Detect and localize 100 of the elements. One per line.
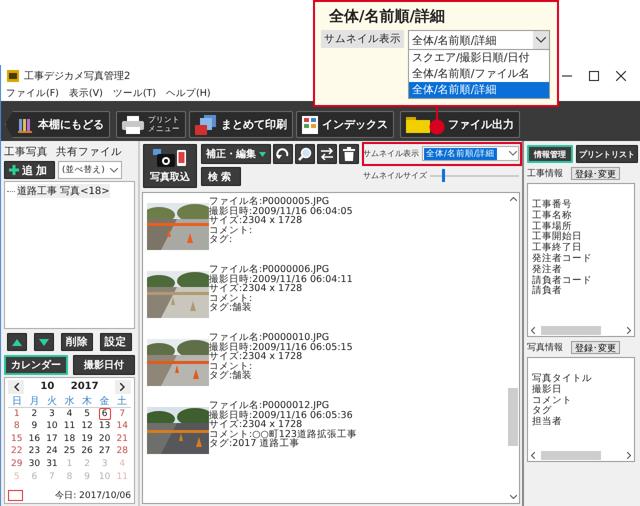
photo-detail: ファイル名:P0000006.JPG [209, 265, 330, 275]
menu-item[interactable]: ファイル(F) [6, 87, 59, 100]
thumbnail-display-dropdown[interactable]: 全体/名前順/詳細 [422, 146, 519, 161]
register-button[interactable]: 登録･変更 [571, 340, 620, 354]
sort-dropdown[interactable]: (並べ替え) [58, 161, 122, 179]
photo-detail: コメント: [209, 362, 254, 372]
weekday-label: 月 [29, 395, 40, 408]
calendar-day[interactable]: 19 [78, 432, 96, 446]
list-item[interactable]: タグ [532, 406, 634, 418]
calendar-day[interactable]: 24 [43, 445, 61, 458]
list-item[interactable]: 工事名称 [532, 210, 634, 222]
calendar-day[interactable]: 26 [78, 445, 96, 458]
calendar-day[interactable]: 9 [28, 420, 40, 433]
calendar-day[interactable]: 25 [60, 445, 78, 458]
photo-detail: タグ:舗装 [209, 303, 254, 313]
calendar-day[interactable]: 10 [43, 420, 61, 433]
action-button[interactable]: 削除 [60, 333, 93, 351]
calendar-day[interactable]: 28 [113, 445, 131, 458]
list-item[interactable]: 撮影日 [532, 384, 634, 396]
thumbnail-display-label: サムネイル表示 [363, 148, 419, 159]
panel-tab[interactable]: 工事写真 [4, 144, 48, 158]
photo-detail: 撮影日時:2009/11/16 06:04:11 [209, 274, 353, 284]
list-item[interactable]: 担当者 [532, 417, 634, 428]
calendar-day[interactable]: 23 [26, 445, 44, 458]
photo-detail: サイズ:2304 x 1728 [209, 352, 304, 362]
calendar-day[interactable]: 17 [43, 432, 61, 446]
list-item[interactable]: 発注者 [532, 264, 634, 276]
calendar-day[interactable]: 7 [116, 408, 128, 420]
calendar-day[interactable]: 12 [78, 420, 96, 433]
list-item[interactable]: 写真タイトル [532, 374, 634, 385]
weekday-label: 木 [82, 394, 92, 408]
panel-tab[interactable]: 情報管理 [527, 145, 573, 163]
tree-item[interactable]: 道路工事 写真<18> [17, 184, 110, 198]
calendar-day[interactable]: 29 [8, 458, 26, 471]
photo-detail: ファイル名:P0000005.JPG [209, 197, 330, 207]
calendar-year: 2017 [70, 381, 99, 392]
photo-detail: 撮影日時:2009/11/16 06:05:36 [209, 410, 354, 420]
calendar-day[interactable]: 30 [26, 458, 44, 471]
menu-item[interactable]: 表示(V) [68, 87, 103, 100]
photo-detail: サイズ:2304 x 1728 [209, 420, 302, 430]
calendar-day[interactable]: 31 [43, 458, 61, 471]
action-button[interactable]: 設定 [100, 333, 132, 351]
calendar-day[interactable]: 22 [8, 445, 26, 458]
list-item[interactable]: 工事番号 [532, 200, 634, 211]
list-item[interactable]: 発注者コード [532, 254, 634, 265]
window-title: 工事デジカメ写真管理2 [24, 70, 130, 82]
today-label: 今日: 2017/10/06 [55, 490, 131, 502]
calendar-day[interactable]: 5 [81, 408, 93, 420]
toolbar-button[interactable]: インデックス [296, 111, 394, 138]
toolbar-button[interactable]: 本棚にもどる [5, 111, 110, 138]
list-item[interactable]: 工事終了日 [532, 243, 634, 254]
search-button[interactable]: 検索 [201, 167, 241, 186]
view-tab[interactable]: カレンダー [4, 355, 68, 375]
calendar-day[interactable]: 20 [96, 432, 114, 446]
calendar-day[interactable]: 18 [60, 432, 78, 446]
weekday-label: 金 [100, 395, 110, 408]
photo-detail: サイズ:2304 x 1728 [209, 284, 304, 294]
photo-detail: ファイル名:P0000012.JPG [209, 401, 330, 411]
calendar-day[interactable]: 14 [113, 420, 131, 433]
toolbar-button[interactable]: ファイル出力 [400, 111, 520, 138]
dropdown-option[interactable]: スクエア/撮影日順/日付 [409, 50, 549, 66]
calendar-day[interactable]: 1 [10, 408, 23, 420]
thumbnail-display-label: サムネイル表示 [321, 30, 404, 48]
photo-detail: サイズ:2304 x 1728 [209, 216, 304, 226]
menu-item[interactable]: ツール(T) [112, 87, 156, 100]
calendar-day[interactable]: 6 [98, 408, 110, 420]
calendar-day[interactable]: 21 [113, 432, 131, 446]
register-button[interactable]: 登録･変更 [571, 166, 620, 180]
list-item[interactable]: コメント [532, 396, 634, 406]
list-item[interactable]: 請負者コード [532, 276, 634, 286]
thumbnail-display-dropdown[interactable]: 全体/名前順/詳細 [408, 30, 550, 50]
calendar-day[interactable]: 27 [96, 445, 114, 458]
calendar-day[interactable]: 8 [10, 420, 23, 433]
menu-item[interactable]: ヘルプ(H) [166, 87, 211, 100]
calendar-day[interactable]: 16 [26, 432, 44, 446]
toolbar-button[interactable]: まとめて印刷 [189, 111, 293, 138]
weekday-label: 火 [46, 394, 57, 408]
calendar-day[interactable]: 13 [96, 420, 114, 433]
list-item[interactable]: 請負者 [532, 286, 634, 298]
calendar-day[interactable]: 3 [46, 408, 58, 420]
dropdown-option[interactable]: 全体/名前順/ファイル名 [409, 66, 549, 82]
photo-detail: ファイル名:P0000010.JPG [209, 333, 330, 343]
calendar-day[interactable]: 15 [8, 432, 26, 446]
view-tab[interactable]: 撮影日付 [73, 355, 135, 375]
photo-detail: 撮影日時:2009/11/16 06:04:05 [209, 206, 353, 216]
calendar-day[interactable]: 2 [28, 408, 40, 420]
photo-detail: コメント: [209, 226, 254, 236]
add-button[interactable]: 追加 [4, 161, 55, 179]
edit-button[interactable]: 補正・編集 [201, 144, 271, 164]
panel-tab[interactable]: プリントリスト [576, 145, 638, 163]
list-item[interactable]: 工事開始日 [532, 232, 634, 244]
photo-detail: コメント: [209, 294, 254, 304]
calendar-day[interactable]: 11 [60, 420, 78, 433]
dropdown-option[interactable]: 全体/名前順/詳細 [409, 82, 549, 98]
panel-tab[interactable]: 共有ファイル [56, 144, 122, 158]
list-item[interactable]: 工事場所 [532, 222, 634, 232]
photo-detail: タグ: [209, 235, 234, 245]
import-photos-button[interactable]: 写真取込 [143, 144, 197, 188]
calendar-day[interactable]: 4 [64, 408, 76, 420]
weekday-label: 日 [12, 395, 22, 408]
